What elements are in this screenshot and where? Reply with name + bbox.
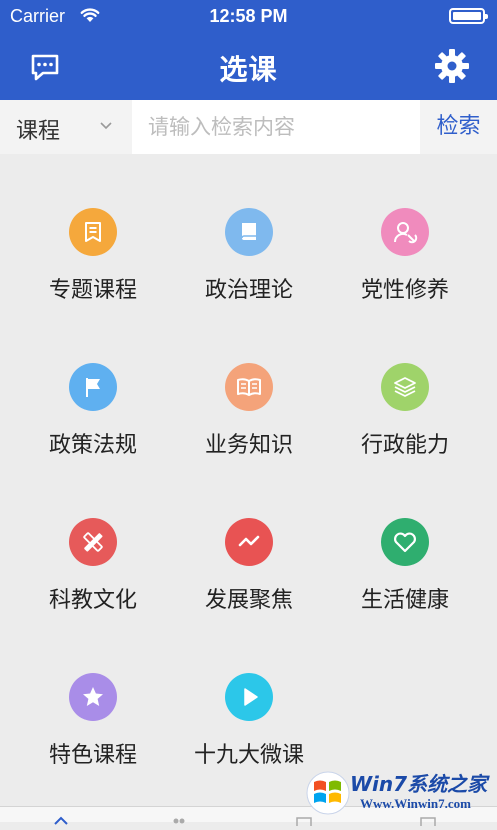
chevron-down-icon xyxy=(98,118,114,138)
category-science-education-culture[interactable]: 科教文化 xyxy=(15,480,171,630)
category-icon-circle xyxy=(69,208,117,256)
flag-icon xyxy=(86,378,100,397)
category-label: 业务知识 xyxy=(204,433,293,458)
search-scope-value: 课程 xyxy=(16,119,61,144)
search-button[interactable]: 检索 xyxy=(420,100,497,154)
category-label: 生活健康 xyxy=(360,588,449,613)
category-administrative-ability[interactable]: 行政能力 xyxy=(327,325,483,475)
category-label: 发展聚焦 xyxy=(204,588,293,613)
watermark-brand: Win7系统之家 xyxy=(350,772,488,796)
category-icon-circle xyxy=(381,518,429,566)
category-topic-courses[interactable]: 专题课程 xyxy=(15,170,171,320)
category-icon-circle xyxy=(69,518,117,566)
category-icon-circle xyxy=(225,208,273,256)
category-development-focus[interactable]: 发展聚焦 xyxy=(171,480,327,630)
search-bar: 课程 检索 xyxy=(0,100,497,154)
site-watermark: Win7系统之家 Www.Winwin7.com xyxy=(302,764,497,821)
home-icon xyxy=(54,816,68,825)
category-label: 科教文化 xyxy=(48,588,137,613)
category-featured-courses[interactable]: 特色课程 xyxy=(15,635,171,785)
title-bar: 选课 xyxy=(0,34,497,100)
app-header: Carrier 12:58 PM 选课 xyxy=(0,0,497,100)
category-icon-circle xyxy=(69,673,117,721)
heart-icon xyxy=(394,532,416,553)
category-icon-circle xyxy=(69,363,117,411)
layers-icon xyxy=(394,377,416,397)
page-title: 选课 xyxy=(219,53,278,86)
category-19th-congress-microcourses[interactable]: 十九大微课 xyxy=(171,635,327,785)
windows-logo-icon xyxy=(306,771,350,815)
tab-home[interactable] xyxy=(54,811,68,825)
status-time: 12:58 PM xyxy=(209,6,288,26)
star-icon xyxy=(83,687,103,706)
bookmark-icon xyxy=(85,222,101,242)
people-icon xyxy=(173,818,185,824)
category-label: 专题课程 xyxy=(48,278,137,303)
battery-icon xyxy=(449,8,488,24)
settings-button[interactable] xyxy=(432,46,472,86)
category-label: 行政能力 xyxy=(360,433,449,458)
category-life-health[interactable]: 生活健康 xyxy=(327,480,483,630)
category-icon-circle xyxy=(225,363,273,411)
open-book-icon xyxy=(237,378,261,396)
party-emblem-icon xyxy=(393,222,418,244)
category-political-theory[interactable]: 政治理论 xyxy=(171,170,327,320)
category-party-cultivation[interactable]: 党性修养 xyxy=(327,170,483,320)
search-scope-dropdown[interactable]: 课程 xyxy=(0,100,132,154)
tab-community[interactable] xyxy=(170,811,185,824)
gear-icon xyxy=(435,49,469,83)
category-icon-circle xyxy=(225,518,273,566)
category-icon-circle xyxy=(225,673,273,721)
category-label: 党性修养 xyxy=(360,278,449,303)
category-label: 政策法规 xyxy=(48,433,137,458)
category-business-knowledge[interactable]: 业务知识 xyxy=(171,325,327,475)
book-icon xyxy=(241,223,256,240)
category-icon-circle xyxy=(381,363,429,411)
play-icon xyxy=(244,688,258,706)
trend-line-icon xyxy=(238,535,260,547)
pencil-ruler-icon xyxy=(83,532,103,552)
status-bar: Carrier 12:58 PM xyxy=(0,0,497,34)
watermark-url: Www.Winwin7.com xyxy=(360,796,471,811)
search-input[interactable] xyxy=(132,100,420,154)
category-label: 政治理论 xyxy=(204,278,293,303)
category-icon-circle xyxy=(381,208,429,256)
category-label: 特色课程 xyxy=(48,743,137,768)
category-policies-regulations[interactable]: 政策法规 xyxy=(15,325,171,475)
